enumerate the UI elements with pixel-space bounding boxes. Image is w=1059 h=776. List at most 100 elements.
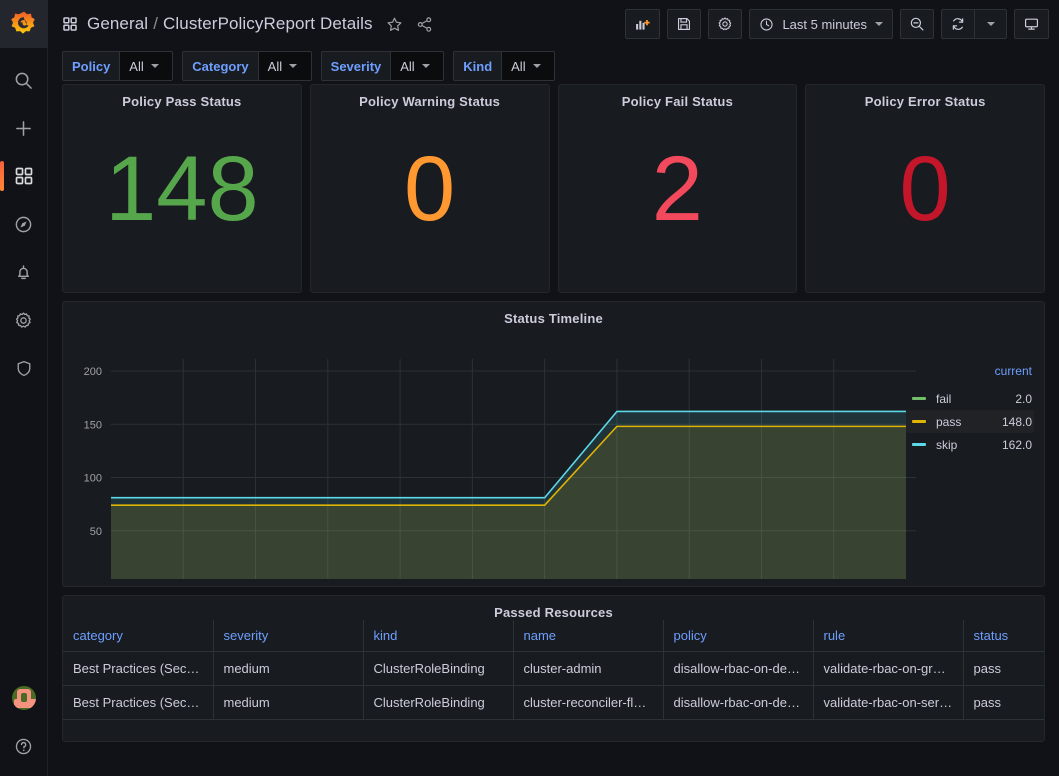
sidebar-item-configuration[interactable]	[0, 296, 48, 344]
refresh-button[interactable]	[941, 9, 975, 39]
table-cell: Best Practices (Sec…	[63, 686, 213, 720]
variable-policy-label: Policy	[62, 51, 119, 81]
table-cell: medium	[213, 686, 363, 720]
stat-value: 0	[311, 143, 549, 235]
table-column-header[interactable]: severity	[213, 620, 363, 652]
star-button[interactable]	[386, 16, 403, 33]
page-title[interactable]: ClusterPolicyReport Details	[163, 14, 373, 34]
panel-title: Passed Resources	[63, 596, 1044, 620]
variable-severity-value: All	[400, 59, 414, 74]
legend-series-name: fail	[936, 392, 1015, 406]
save-icon	[676, 16, 692, 32]
table-cell: validate-rbac-on-gro…	[813, 652, 963, 686]
breadcrumb-separator: /	[153, 14, 158, 34]
sidebar-item-alerting[interactable]	[0, 248, 48, 296]
variable-category: Category All	[182, 51, 311, 81]
panel-passed-resources: Passed Resources categoryseveritykindnam…	[62, 595, 1045, 742]
dashboards-icon	[14, 166, 34, 186]
sidebar-item-help[interactable]	[0, 722, 48, 770]
legend-color-swatch	[912, 420, 926, 423]
variable-kind: Kind All	[453, 51, 555, 81]
legend-header: current	[906, 364, 1034, 387]
star-icon	[386, 16, 403, 33]
variable-policy-select[interactable]: All	[119, 51, 173, 81]
variable-kind-label: Kind	[453, 51, 501, 81]
table-cell: ClusterRoleBinding	[363, 686, 513, 720]
panel-status-timeline: Status Timeline 05010015020012:56:3012:5…	[62, 301, 1045, 587]
table-row[interactable]: Best Practices (Sec…mediumClusterRoleBin…	[63, 686, 1044, 720]
sidebar-item-user[interactable]	[0, 674, 48, 722]
variable-kind-value: All	[511, 59, 525, 74]
chart-legend: current fail 2.0 pass 148.0	[906, 364, 1034, 456]
timeline-plot: 05010015020012:56:3012:57:0012:57:3012:5…	[63, 326, 963, 579]
template-variables: Policy All Category All Severity All	[48, 48, 1059, 84]
clock-icon	[759, 17, 774, 32]
panel-policy-warning-status: Policy Warning Status 0	[310, 84, 550, 293]
chevron-down-icon	[533, 64, 541, 68]
chevron-down-icon	[875, 22, 883, 26]
sidebar-item-explore[interactable]	[0, 200, 48, 248]
dashboard-settings-button[interactable]	[708, 9, 742, 39]
legend-series-name: skip	[936, 438, 1002, 452]
breadcrumb: General / ClusterPolicyReport Details	[87, 14, 373, 34]
timeline-chart[interactable]: 05010015020012:56:3012:57:0012:57:3012:5…	[63, 326, 1044, 579]
svg-text:200: 200	[84, 366, 102, 378]
time-range-picker[interactable]: Last 5 minutes	[749, 9, 893, 39]
legend-color-swatch	[912, 397, 926, 400]
table-cell: cluster-admin	[513, 652, 663, 686]
stat-value: 0	[806, 143, 1044, 235]
variable-kind-select[interactable]: All	[501, 51, 555, 81]
gear-icon	[14, 311, 33, 330]
panel-title: Policy Fail Status	[559, 85, 797, 109]
stat-value: 2	[559, 143, 797, 235]
table-cell: disallow-rbac-on-de…	[663, 652, 813, 686]
table-column-header[interactable]: category	[63, 620, 213, 652]
sidebar-item-dashboards[interactable]	[0, 152, 48, 200]
table-column-header[interactable]: kind	[363, 620, 513, 652]
table-column-header[interactable]: status	[963, 620, 1044, 652]
table-row[interactable]: Best Practices (Sec…mediumClusterRoleBin…	[63, 652, 1044, 686]
variable-policy-value: All	[129, 59, 143, 74]
svg-text:50: 50	[90, 526, 102, 538]
legend-item-skip[interactable]: skip 162.0	[906, 433, 1034, 456]
zoom-out-time-button[interactable]	[900, 9, 934, 39]
shield-icon	[15, 359, 33, 378]
table-cell: Best Practices (Sec…	[63, 652, 213, 686]
legend-color-swatch	[912, 443, 926, 446]
time-range-label: Last 5 minutes	[782, 17, 867, 32]
variable-category-select[interactable]: All	[258, 51, 312, 81]
toolbar-actions: Last 5 minutes	[625, 9, 1049, 39]
tv-mode-button[interactable]	[1014, 9, 1049, 39]
grafana-logo[interactable]	[0, 0, 48, 48]
svg-text:150: 150	[84, 419, 102, 431]
refresh-interval-picker[interactable]	[975, 9, 1007, 39]
breadcrumb-folder[interactable]: General	[87, 14, 148, 34]
stat-panel-row: Policy Pass Status 148 Policy Warning St…	[62, 84, 1045, 293]
legend-item-pass[interactable]: pass 148.0	[906, 410, 1034, 433]
table-cell: medium	[213, 652, 363, 686]
sidebar	[0, 0, 48, 776]
passed-resources-table: categoryseveritykindnamepolicyrulestatus…	[63, 620, 1044, 720]
legend-series-value: 148.0	[1002, 415, 1032, 429]
add-panel-button[interactable]	[625, 9, 660, 39]
table-column-header[interactable]: name	[513, 620, 663, 652]
table-cell: ClusterRoleBinding	[363, 652, 513, 686]
table-column-header[interactable]: policy	[663, 620, 813, 652]
bell-icon	[14, 263, 33, 282]
sidebar-item-server-admin[interactable]	[0, 344, 48, 392]
sidebar-item-create[interactable]	[0, 104, 48, 152]
tv-mode-icon	[1023, 16, 1040, 32]
sidebar-item-search[interactable]	[0, 56, 48, 104]
legend-item-fail[interactable]: fail 2.0	[906, 387, 1034, 410]
save-dashboard-button[interactable]	[667, 9, 701, 39]
table-column-header[interactable]: rule	[813, 620, 963, 652]
variable-category-label: Category	[182, 51, 257, 81]
dashboard-grid: Policy Pass Status 148 Policy Warning St…	[48, 84, 1059, 742]
legend-series-value: 162.0	[1002, 438, 1032, 452]
panel-policy-fail-status: Policy Fail Status 2	[558, 84, 798, 293]
panel-title: Policy Warning Status	[311, 85, 549, 109]
dashboard-grid-icon	[62, 16, 78, 32]
share-button[interactable]	[416, 16, 433, 33]
table-body: Best Practices (Sec…mediumClusterRoleBin…	[63, 652, 1044, 720]
variable-severity-select[interactable]: All	[390, 51, 444, 81]
